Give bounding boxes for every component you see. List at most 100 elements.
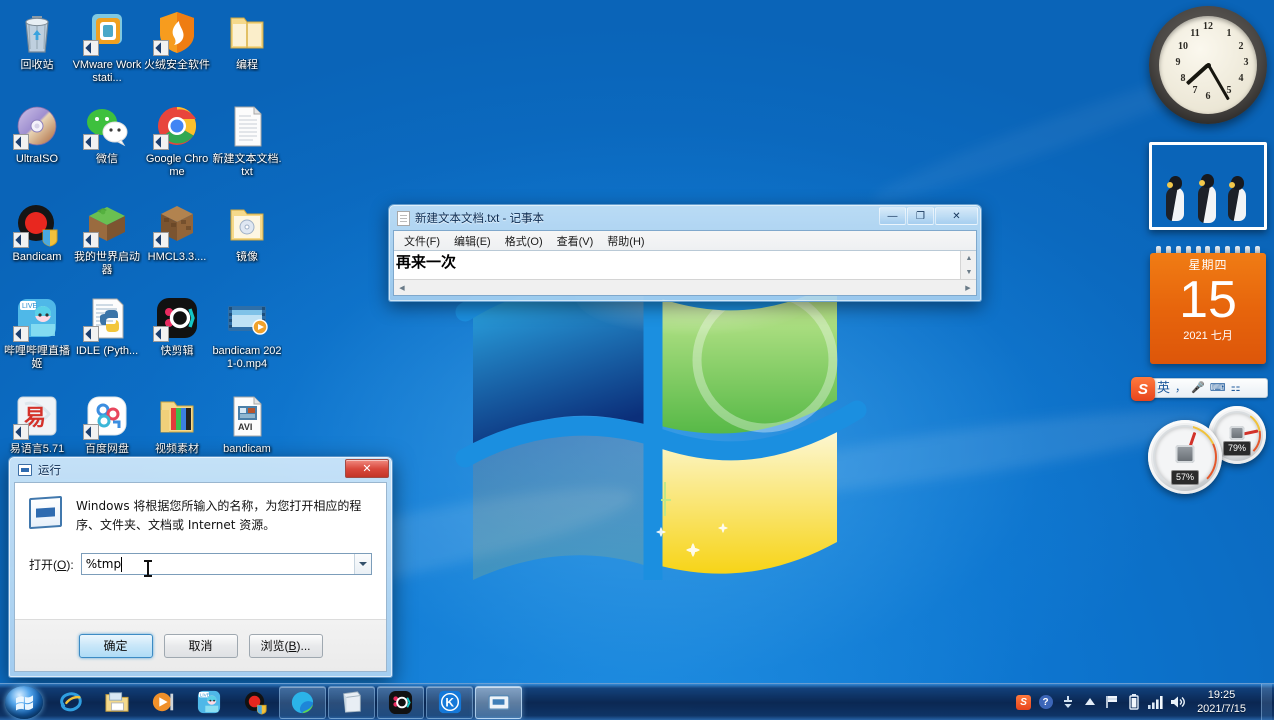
text-file-icon: [223, 102, 271, 150]
ime-microphone-icon[interactable]: 🎤: [1191, 382, 1205, 394]
svg-text:LIVE: LIVE: [200, 692, 210, 697]
taskbar-item-internet-explorer[interactable]: [49, 686, 93, 719]
desktop-icon-hmcl[interactable]: HMCL3.3....: [142, 200, 212, 264]
run-dialog-titlebar[interactable]: 运行 ✕: [10, 458, 391, 482]
desktop-icon-recycle-bin[interactable]: 回收站: [2, 8, 72, 72]
taskbar-window-kuaijianji[interactable]: [377, 685, 424, 719]
notepad-text-area[interactable]: 再来一次 ▲ ▼ ◀ ▶: [394, 250, 976, 295]
taskbar-item-windows-explorer[interactable]: [95, 686, 139, 719]
action-center-flag-icon[interactable]: [1103, 694, 1120, 711]
avi-file-icon: AVI: [223, 392, 271, 440]
notepad-window[interactable]: 新建文本文档.txt - 记事本 — ❐ ✕ 文件(F) 编辑(E) 格式(O)…: [388, 204, 982, 302]
desktop-icon-vmware[interactable]: VMware Workstati...: [72, 8, 142, 85]
browse-button[interactable]: 浏览(B)...: [248, 633, 323, 658]
desktop-icon-programming-folder[interactable]: 编程: [212, 8, 282, 72]
system-tray[interactable]: S ? 19:25 2021/7/15: [1015, 683, 1274, 720]
ime-toolbox-icon[interactable]: ⚏: [1231, 382, 1241, 394]
scroll-up-icon[interactable]: ▲: [961, 251, 977, 265]
notepad-title: 新建文本文档.txt - 记事本: [415, 213, 545, 225]
taskbar-clock[interactable]: 19:25 2021/7/15: [1191, 688, 1254, 716]
desktop-icon-chrome[interactable]: Google Chrome: [142, 102, 212, 179]
chevron-down-icon[interactable]: [354, 554, 371, 574]
close-button[interactable]: ✕: [935, 207, 978, 225]
clock-numeral: 7: [1192, 85, 1198, 96]
desktop-icon-bandicam-avi[interactable]: AVI bandicam: [212, 392, 282, 456]
menu-file[interactable]: 文件(F): [397, 231, 447, 251]
battery-icon[interactable]: [1125, 694, 1142, 711]
taskbar-window-edge[interactable]: [279, 685, 326, 719]
desktop-icon-minecraft-launcher[interactable]: 我的世界启动器: [72, 200, 142, 277]
clock-gadget[interactable]: 12 1 2 3 4 5 6 7 8 9 10 11: [1149, 6, 1267, 124]
picture-gadget[interactable]: [1149, 142, 1267, 230]
minimize-button[interactable]: —: [879, 207, 906, 225]
desktop-icon-bandicam-app[interactable]: Bandicam: [2, 200, 72, 264]
ime-keyboard-icon[interactable]: ⌨: [1210, 382, 1226, 394]
vertical-scrollbar[interactable]: ▲ ▼: [960, 251, 976, 279]
open-combobox[interactable]: [80, 553, 372, 575]
hmcl-icon: [153, 200, 201, 248]
taskbar-item-bandicam[interactable]: [233, 686, 277, 719]
volume-icon[interactable]: [1169, 694, 1186, 711]
sogou-ime-toolbar[interactable]: S 英 ， 🎤 ⌨ ⚏: [1131, 377, 1268, 401]
ok-button[interactable]: 确定: [78, 633, 153, 658]
shortcut-overlay-icon: [13, 326, 29, 342]
notepad-titlebar[interactable]: 新建文本文档.txt - 记事本 — ❐ ✕: [390, 206, 980, 230]
desktop-icon-ultraiso[interactable]: UltraISO: [2, 102, 72, 166]
run-command-icon: [29, 495, 62, 530]
clock-time: 19:25: [1207, 689, 1236, 701]
desktop-icon-huorong[interactable]: 火绒安全软件: [142, 8, 212, 72]
taskbar-item-bilibili-live[interactable]: LIVE: [187, 686, 231, 719]
sogou-ime-tray-icon[interactable]: S: [1015, 694, 1032, 711]
desktop-icon-video-assets-folder[interactable]: 视频素材: [142, 392, 212, 456]
scroll-right-icon[interactable]: ▶: [960, 280, 976, 295]
start-button[interactable]: [2, 685, 48, 719]
calendar-gadget[interactable]: 星期四 15 2021 七月: [1150, 246, 1266, 364]
sidebar-gadgets[interactable]: 12 1 2 3 4 5 6 7 8 9 10 11 星期四 15 2021 七…: [1131, 6, 1268, 494]
maximize-button[interactable]: ❐: [907, 207, 934, 225]
desktop-icon-baidu-netdisk[interactable]: 百度网盘: [72, 392, 142, 456]
sogou-logo-icon[interactable]: S: [1131, 377, 1155, 401]
shortcut-overlay-icon: [83, 424, 99, 440]
desktop-icon-wechat[interactable]: 微信: [72, 102, 142, 166]
desktop-icon-new-text-file[interactable]: 新建文本文档.txt: [212, 102, 282, 179]
show-hidden-icons-icon[interactable]: [1059, 694, 1076, 711]
notepad-window-buttons[interactable]: — ❐ ✕: [879, 207, 978, 225]
run-dialog-buttons[interactable]: 确定 取消 浏览(B)...: [15, 619, 386, 671]
ime-punctuation-icon[interactable]: ，: [1175, 382, 1186, 394]
cancel-button[interactable]: 取消: [163, 633, 238, 658]
menu-help[interactable]: 帮助(H): [600, 231, 651, 251]
desktop-icon-bandicam-mp4[interactable]: bandicam 2021-0.mp4: [212, 294, 282, 371]
taskbar-item-windows-media-player[interactable]: [141, 686, 185, 719]
menu-view[interactable]: 查看(V): [550, 231, 601, 251]
desktop[interactable]: 回收站 VMware Workstati... 火绒安全软件 编程 UltraI…: [0, 0, 1274, 720]
taskbar-window-run-dialog[interactable]: [475, 685, 522, 719]
menu-format[interactable]: 格式(O): [498, 231, 550, 251]
clock-numeral: 4: [1238, 73, 1244, 84]
taskbar[interactable]: LIVE K S ? 19:25 2021/7/15: [0, 683, 1274, 720]
notepad-content[interactable]: 再来一次: [396, 253, 959, 279]
ime-mode-toggle[interactable]: 英: [1157, 381, 1170, 394]
help-tray-icon[interactable]: ?: [1037, 694, 1054, 711]
show-desktop-arrow-icon[interactable]: [1081, 694, 1098, 711]
horizontal-scrollbar[interactable]: ◀ ▶: [394, 279, 976, 295]
penguin-cheek: [1199, 180, 1205, 186]
close-button[interactable]: ✕: [345, 459, 389, 478]
clock-numeral: 10: [1178, 41, 1188, 52]
desktop-icon-python-idle[interactable]: IDLE (Pyth...: [72, 294, 142, 358]
desktop-icon-kuaijianji[interactable]: 快剪辑: [142, 294, 212, 358]
desktop-icon-iso-folder[interactable]: 镜像: [212, 200, 282, 264]
run-dialog[interactable]: 运行 ✕ Windows 将根据您所输入的名称，为您打开相应的程序、文件夹、文档…: [8, 456, 393, 678]
scroll-down-icon[interactable]: ▼: [961, 265, 977, 279]
scroll-left-icon[interactable]: ◀: [394, 280, 410, 295]
cpu-meter-gadget[interactable]: 79% 57%: [1148, 406, 1266, 494]
desktop-icon-bilibili-live[interactable]: LIVE 哔哩哔哩直播姬: [2, 294, 72, 371]
menu-edit[interactable]: 编辑(E): [447, 231, 498, 251]
show-desktop-button[interactable]: [1261, 683, 1272, 720]
taskbar-window-kugou[interactable]: K: [426, 685, 473, 719]
run-command-input[interactable]: [81, 557, 354, 571]
taskbar-window-notepad[interactable]: [328, 685, 375, 719]
wireless-signal-icon[interactable]: [1147, 694, 1164, 711]
python-idle-icon: [83, 294, 131, 342]
desktop-icon-eyuyan[interactable]: 易 易语言5.71: [2, 392, 72, 456]
notepad-menubar[interactable]: 文件(F) 编辑(E) 格式(O) 查看(V) 帮助(H): [394, 231, 976, 250]
